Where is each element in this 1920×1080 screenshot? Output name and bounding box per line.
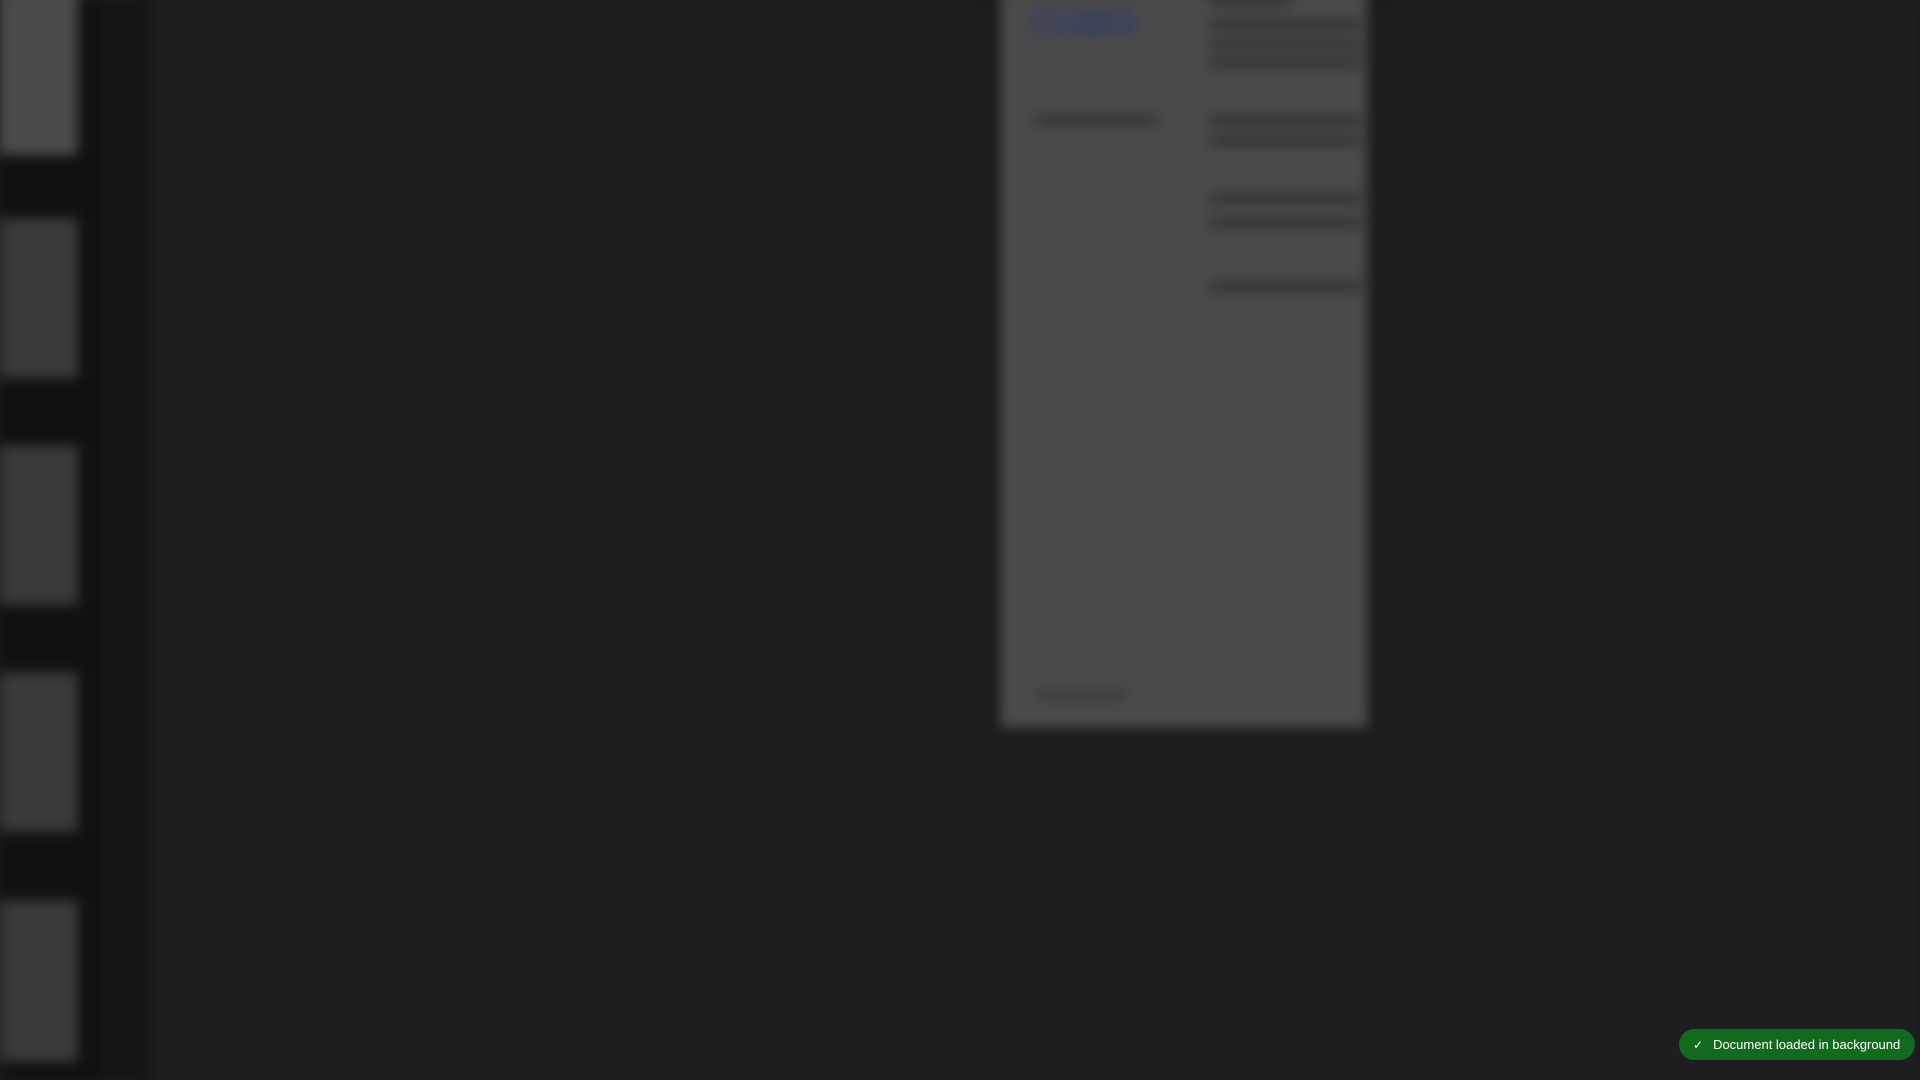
text-line — [1036, 116, 1156, 125]
status-toast: ✓ Document loaded in background — [1679, 1029, 1916, 1060]
check-icon: ✓ — [1693, 1037, 1704, 1052]
text-line — [1210, 116, 1360, 125]
document-page[interactable]: CUBO — [1000, 0, 1368, 728]
text-line — [1210, 0, 1290, 7]
toast-message: Document loaded in background — [1713, 1037, 1901, 1052]
text-line — [1210, 218, 1360, 227]
page-thumbnail-3[interactable] — [0, 445, 78, 605]
page-thumbnail-2[interactable] — [0, 218, 78, 378]
text-line — [1210, 136, 1360, 145]
text-line — [1210, 20, 1360, 29]
document-canvas[interactable]: CUBO — [155, 0, 1920, 1080]
text-line — [1210, 282, 1360, 291]
page-thumbnail-1[interactable] — [0, 0, 78, 155]
text-line — [1210, 40, 1360, 49]
text-line — [1210, 58, 1360, 67]
text-line — [1210, 194, 1360, 203]
document-viewer: CUBO — [0, 0, 1920, 1080]
page-thumbnail-4[interactable] — [0, 672, 78, 832]
thumbnail-sidebar — [0, 0, 150, 1080]
document-logo: CUBO — [1032, 4, 1137, 42]
page-thumbnail-5[interactable] — [0, 900, 78, 1062]
page-footer — [1036, 692, 1126, 698]
